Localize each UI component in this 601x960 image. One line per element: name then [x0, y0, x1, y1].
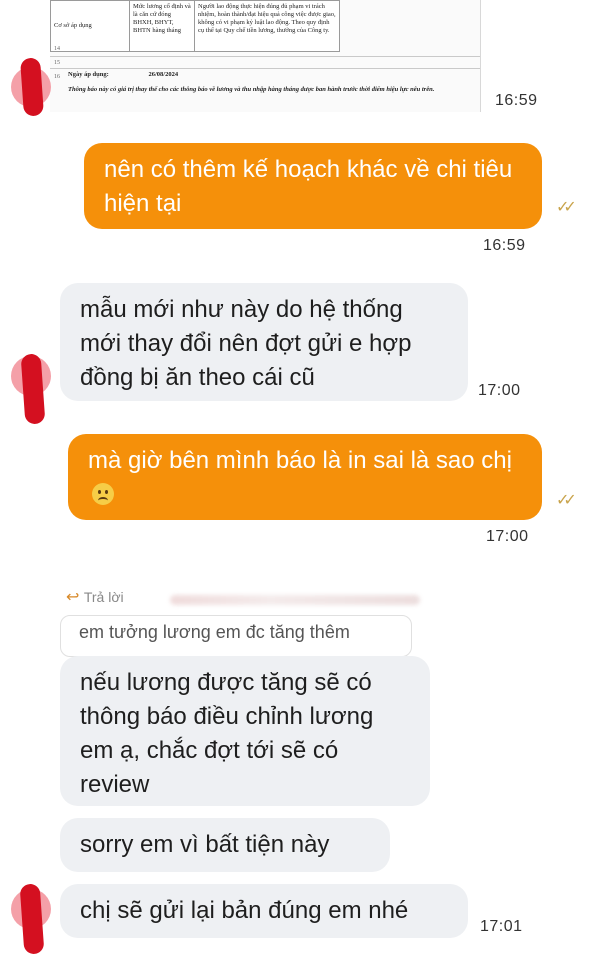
message-time: 16:59	[495, 92, 538, 109]
incoming-message-bubble[interactable]: chị sẽ gửi lại bản đúng em nhé	[60, 884, 468, 938]
slightly-frowning-face-icon	[92, 483, 114, 505]
incoming-message-bubble[interactable]: sorry em vì bất tiện này	[60, 818, 390, 872]
doc-row-divider	[50, 68, 480, 69]
doc-effective-value: 26/08/2024	[148, 71, 179, 78]
avatar-redaction	[20, 57, 44, 117]
attached-document-preview[interactable]: Cơ sở áp dụng Mức lương cố định và là că…	[50, 0, 481, 112]
reply-redacted-name	[170, 595, 420, 605]
message-text: mẫu mới như này do hệ thống mới thay đổi…	[80, 296, 412, 391]
outgoing-message-bubble[interactable]: mà giờ bên mình báo là in sai là sao chị	[68, 434, 542, 520]
reply-label: Trả lời	[83, 589, 124, 605]
double-check-icon: ✓✓	[556, 199, 577, 216]
message-text: sorry em vì bất tiện này	[80, 831, 330, 858]
message-text: nếu lương được tăng sẽ có thông báo điều…	[80, 669, 374, 798]
message-time: 17:01	[480, 918, 523, 935]
message-text: mà giờ bên mình báo là in sai là sao chị	[88, 447, 512, 474]
incoming-message-bubble[interactable]: nếu lương được tăng sẽ có thông báo điều…	[60, 656, 430, 806]
reply-header[interactable]: ↩ Trả lời	[66, 587, 124, 607]
doc-notice-text: Thông báo này có giá trị thay thế cho cá…	[68, 86, 435, 93]
doc-cell-condition: Người lao động thực hiện đúng đủ phạm vi…	[194, 0, 340, 52]
message-text: nên có thêm kế hoạch khác về chi tiêu hi…	[104, 156, 513, 217]
quoted-message-text: em tưởng lương em đc tăng thêm	[79, 622, 350, 642]
doc-cell-basis: Cơ sở áp dụng	[50, 0, 130, 52]
doc-row-divider	[50, 56, 480, 57]
doc-row-number: 16	[54, 74, 60, 80]
incoming-message-bubble[interactable]: mẫu mới như này do hệ thống mới thay đổi…	[60, 283, 468, 401]
message-time: 17:00	[478, 382, 521, 399]
quoted-message[interactable]: em tưởng lương em đc tăng thêm	[60, 615, 412, 657]
document-table: Cơ sở áp dụng Mức lương cố định và là că…	[50, 0, 340, 52]
doc-row-number: 14	[54, 46, 60, 52]
message-time: 17:00	[486, 528, 529, 545]
message-time: 16:59	[483, 237, 526, 254]
doc-row-number: 15	[54, 60, 60, 66]
message-text: chị sẽ gửi lại bản đúng em nhé	[80, 897, 409, 924]
reply-arrow-icon: ↩	[66, 589, 80, 606]
double-check-icon: ✓✓	[556, 492, 577, 509]
doc-notice: Thông báo này có giá trị thay thế cho cá…	[68, 86, 468, 94]
doc-cell-salary: Mức lương cố định và là căn cứ đóng BHXH…	[129, 0, 195, 52]
outgoing-message-bubble[interactable]: nên có thêm kế hoạch khác về chi tiêu hi…	[84, 143, 542, 229]
doc-effective-label: Ngày áp dụng:	[68, 71, 109, 78]
doc-effective-date: Ngày áp dụng: 26/08/2024	[68, 71, 178, 79]
